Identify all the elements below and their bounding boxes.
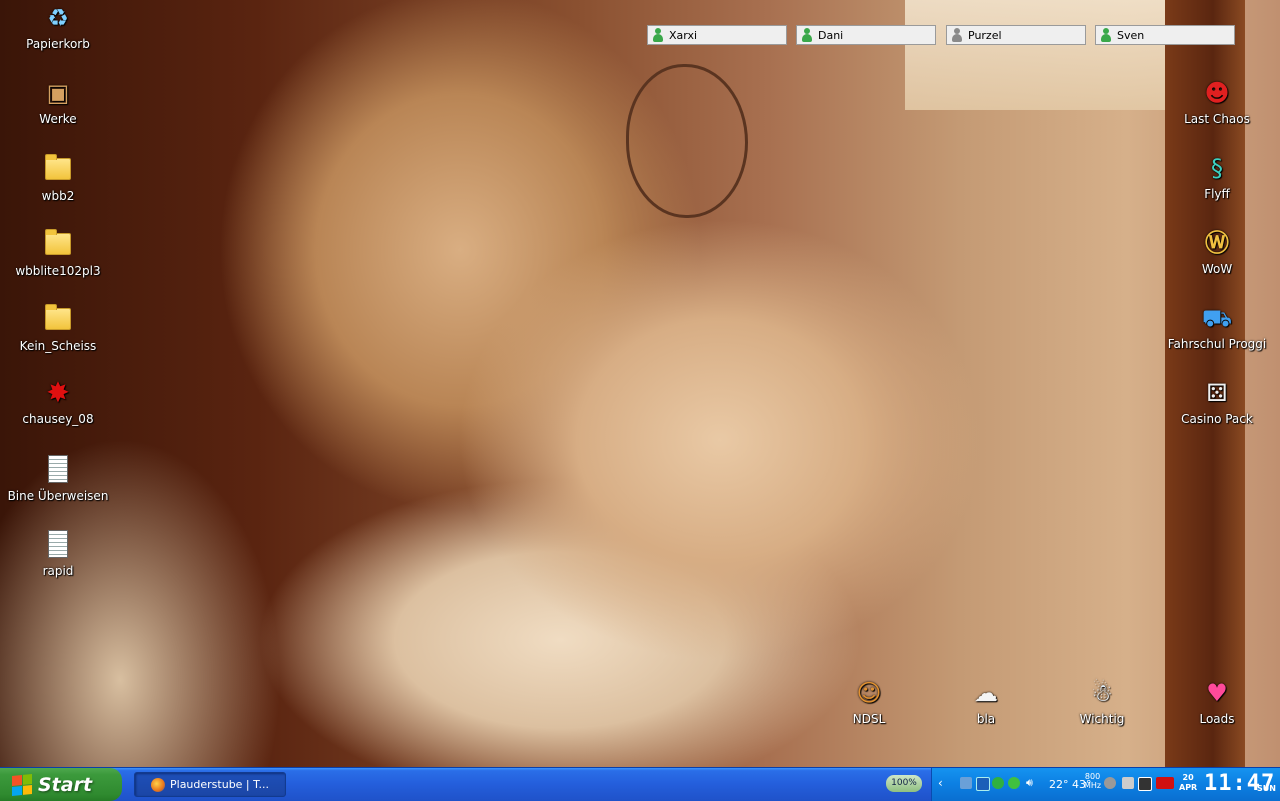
desktop-icon-label: Kein_Scheiss [19, 339, 97, 353]
window-light [905, 0, 1175, 110]
desktop-icon-label: wbb2 [41, 189, 75, 203]
desktop-icon-label: chausey_08 [22, 412, 94, 426]
date-month: APR [1179, 783, 1198, 792]
contact-name: Purzel [968, 28, 1002, 42]
zoom-value: 100% [891, 778, 917, 788]
start-button[interactable]: Start [0, 768, 122, 801]
desktop-icon-label: Bine Überweisen [7, 489, 109, 503]
buddy-online-icon [1100, 28, 1112, 42]
desktop-icon-label: Werke [39, 112, 77, 126]
wow-logo-icon: Ⓦ [1205, 229, 1229, 257]
media-player-icon[interactable] [976, 777, 990, 791]
desktop-icon-label: rapid [42, 564, 74, 578]
buddy-offline-icon [951, 28, 963, 42]
desktop-icon-ndsl[interactable]: ☺ NDSL [814, 677, 924, 726]
taskbar: Start Plauderstube | T... 100% ‹ 🔊︎ 22° … [0, 767, 1280, 801]
weekday: SUN [1257, 784, 1276, 793]
cpu-unit: MHz [1084, 781, 1102, 790]
contact-purzel[interactable]: Purzel [946, 25, 1086, 45]
desktop-icon-flyff[interactable]: § Flyff [1162, 152, 1272, 201]
speaker-icon[interactable] [1104, 777, 1116, 789]
folder-icon [45, 154, 71, 180]
red-devil-icon: ☻ [1204, 79, 1230, 107]
folder-icon [45, 304, 71, 330]
ati-icon[interactable] [1156, 777, 1174, 789]
desktop-icon-casino-pack[interactable]: ⚄ Casino Pack [1162, 377, 1272, 426]
desktop-icon-loads[interactable]: ♥ Loads [1162, 677, 1272, 726]
cpu-value: 800 [1084, 772, 1101, 781]
glasses-shape [626, 64, 748, 218]
usb-icon[interactable] [1122, 777, 1134, 789]
windows-logo-icon [12, 773, 32, 796]
contact-dani[interactable]: Dani [796, 25, 936, 45]
heart-icon: ♥ [1206, 679, 1228, 707]
zoom-indicator[interactable]: 100% [886, 775, 922, 792]
desktop-icon-label: Flyff [1204, 187, 1230, 201]
messenger-icon[interactable] [992, 777, 1004, 789]
volume-icon[interactable]: 🔊︎ [1026, 776, 1038, 789]
desktop-icon-label: Papierkorb [26, 37, 90, 51]
desktop-icon-label: Last Chaos [1184, 112, 1250, 126]
desktop-icon-label: wbblite102pl3 [15, 264, 101, 278]
desktop-icon-recycle-bin[interactable]: ♻ Papierkorb [3, 2, 113, 51]
desktop-icon-rapid[interactable]: rapid [3, 527, 113, 578]
rabbit-icon: ☃ [1091, 679, 1113, 707]
desktop-icon-bine-ueberweisen[interactable]: Bine Überweisen [3, 452, 113, 503]
desktop-icon-kein-scheiss[interactable]: Kein_Scheiss [3, 302, 113, 353]
dice-icon: ⚄ [1206, 379, 1228, 407]
sheep-icon: ☁ [974, 679, 998, 707]
contact-sven[interactable]: Sven [1095, 25, 1235, 45]
date-readout: 20 APR [1179, 773, 1197, 793]
contact-name: Dani [818, 28, 844, 42]
contact-name: Sven [1117, 28, 1145, 42]
text-document-icon [48, 530, 68, 558]
network-icon[interactable] [960, 777, 972, 789]
date-day: 20 [1182, 773, 1194, 782]
desktop-icon-wow[interactable]: Ⓦ WoW [1162, 227, 1272, 276]
desktop-icon-wichtig[interactable]: ☃ Wichtig [1047, 677, 1157, 726]
desktop-icon-label: Wichtig [1079, 712, 1125, 726]
contact-xarxi[interactable]: Xarxi [647, 25, 787, 45]
text-document-icon [48, 455, 68, 483]
desktop-icon-label: bla [976, 712, 996, 726]
desktop-icon-fahrschul-proggi[interactable]: ⛟ Fahrschul Proggi [1162, 302, 1272, 351]
desktop-icon-chausey-08[interactable]: ✸ chausey_08 [3, 376, 113, 427]
folder-icon [45, 229, 71, 255]
red-splat-icon: ✸ [46, 376, 70, 409]
desktop-icon-werke[interactable]: ▣ Werke [3, 77, 113, 126]
buddy-online-icon [801, 28, 813, 42]
desktop-icon-wbblite102pl3[interactable]: wbblite102pl3 [3, 227, 113, 278]
recycle-bin-icon: ♻ [47, 4, 69, 32]
car-icon: ⛟ [1201, 304, 1233, 332]
display-icon[interactable] [1138, 777, 1152, 791]
desktop-icon-label: Casino Pack [1181, 412, 1253, 426]
desktop-icon-bla[interactable]: ☁ bla [931, 677, 1041, 726]
buddy-online-icon [652, 28, 664, 42]
contact-name: Xarxi [669, 28, 698, 42]
cat-icon: ☺ [856, 679, 882, 707]
start-label: Start [38, 773, 93, 796]
package-icon: ▣ [46, 79, 70, 107]
desktop-icon-wbb2[interactable]: wbb2 [3, 152, 113, 203]
firefox-icon [151, 777, 165, 792]
snake-icon: § [1211, 154, 1223, 182]
desktop-icon-label: Loads [1199, 712, 1235, 726]
desktop-icon-last-chaos[interactable]: ☻ Last Chaos [1162, 77, 1272, 126]
desktop-icon-label: NDSL [852, 712, 886, 726]
taskbar-window-label: Plauderstube | T... [170, 778, 270, 791]
system-tray: ‹ 🔊︎ 22° 43° 800 MHz 20 APR 11:47 SUN [931, 768, 1280, 801]
taskbar-window-button[interactable]: Plauderstube | T... [134, 772, 286, 797]
clover-icon[interactable] [1008, 777, 1020, 789]
cpu-speed-readout: 800 MHz [1084, 772, 1101, 790]
desktop-icon-label: WoW [1201, 262, 1233, 276]
desktop-icon-label: Fahrschul Proggi [1167, 337, 1267, 351]
desktop-wallpaper [0, 0, 1280, 767]
tray-expand-arrow-icon[interactable]: ‹ [938, 776, 943, 790]
